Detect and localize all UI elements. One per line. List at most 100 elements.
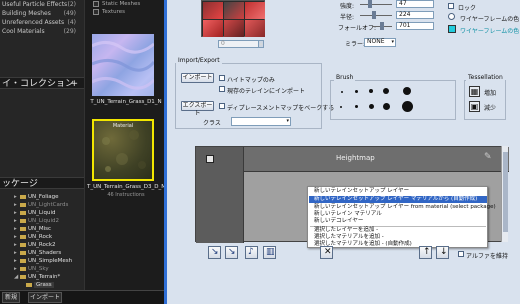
falloff-field[interactable]: 701 [396,22,434,30]
heightmap-header: Heightmap [336,154,375,162]
menu-item[interactable]: 新しいデコレイヤー [314,218,486,225]
section-title: イ・コレクション [2,79,75,89]
spin-icon[interactable]: ▴ [258,40,264,48]
brush-size-icon[interactable] [341,91,343,93]
tool-icon[interactable] [245,2,265,19]
tree-item[interactable]: ▸ UN_Shaders [14,250,61,258]
add-material-icon[interactable]: ↘ [225,246,238,259]
tree-item[interactable]: ▸ UN_SimpleMesh [14,258,72,266]
add-layer-icon[interactable]: ↘ [208,246,221,259]
tree-item[interactable]: ▸ UN_Foliage [14,194,59,202]
folder-icon [20,202,26,207]
delete-layer-icon[interactable]: ✕ [320,246,333,259]
tree-item[interactable]: ▸ UN_LightCards [14,202,68,210]
menu-item-label: 新しいテレインセットアップ レイヤー [314,188,410,194]
mirror-dropdown[interactable]: NONE ▾ [364,38,396,47]
brush-size-icon[interactable] [403,87,411,95]
tree-item[interactable]: ▸ UN_Sky [14,266,49,274]
chevron-down-icon: ▾ [286,118,289,124]
radius-slider-thumb[interactable] [372,11,376,19]
move-up-icon[interactable]: ↑ [419,246,432,259]
tree-item-label: UN_LightCards [28,202,69,208]
layer-visible-checkbox[interactable] [206,155,214,163]
collection-row[interactable]: Useful Particle Effects (2) [2,1,82,10]
radius-slider[interactable] [360,15,392,16]
radius-field[interactable]: 224 [396,11,434,19]
brush-size-icon[interactable] [383,88,389,94]
tree-item[interactable]: ▸ UN_Liquid2 [14,218,59,226]
bake-displacement-checkbox[interactable] [219,103,225,109]
import-existing-checkbox[interactable] [219,86,225,92]
import-button[interactable]: インポート [28,292,62,303]
new-button[interactable]: 新規 [2,292,20,303]
folder-icon [20,258,26,263]
folder-icon [20,274,26,279]
menu-item[interactable]: 選択したマテリアルを追加 - [314,234,486,241]
menu-item[interactable]: 新しいテレインセットアップ レイヤー [314,188,486,195]
strength-field[interactable]: 47 [396,0,434,8]
menu-item-label: 新しいテレインセットアップ レイヤー マテリアルから (自動作成) [314,196,478,202]
tool-icon[interactable] [224,20,244,37]
tree-item[interactable]: ▸ UN_Rock [14,234,52,242]
add-deco-icon[interactable]: ♪ [245,246,258,259]
menu-item-label: 新しいデコレイヤー [314,218,364,224]
tree-item[interactable]: ▸ UN_Rock2 [14,242,56,250]
add-icon[interactable]: + [70,78,78,90]
tessellation-increase-label: 増加 [484,90,497,97]
menu-item[interactable]: 選択したマテリアルを追加 - (自動作成) [314,241,486,248]
import-button[interactable]: インポート [181,73,214,83]
filter-checkbox[interactable] [93,1,99,7]
brush-size-icon[interactable] [355,105,358,108]
move-down-icon[interactable]: ↓ [436,246,449,259]
brush-size-icon[interactable] [340,106,342,108]
tool-icon[interactable] [203,20,223,37]
brush-size-icon[interactable] [383,103,390,110]
menu-item[interactable]: 選択したレイヤーを追加 - [314,227,486,234]
menu-item-highlighted[interactable]: 新しいテレインセットアップ レイヤー マテリアルから (自動作成) [309,196,487,203]
wireframe-color-swatch[interactable] [448,25,456,33]
tree-item[interactable]: ▸ UN_Liquid [14,210,55,218]
collection-row[interactable]: Building Meshes (49) [2,10,82,19]
table-scrollbar[interactable] [501,146,508,242]
tessellation-decrease-icon[interactable]: ▣ [469,101,480,112]
strength-value: 47 [399,0,407,7]
wireframe-color-radio[interactable] [448,13,455,20]
falloff-slider-thumb[interactable] [380,22,384,30]
heightmap-only-checkbox[interactable] [219,75,225,81]
filter-checkbox[interactable] [93,9,99,15]
material-thumbnail-selected[interactable]: Material [92,119,154,181]
tessellation-increase-icon[interactable]: ▦ [469,86,480,97]
brush-size-icon[interactable] [355,90,358,93]
my-collections-header[interactable]: イ・コレクション + [0,77,84,89]
class-dropdown[interactable]: ▾ [231,117,291,126]
collection-row[interactable]: Cool Materials (29) [2,28,82,37]
brush-size-icon[interactable] [402,101,413,112]
brush-size-icon[interactable] [369,104,374,109]
strength-slider-thumb[interactable] [368,0,372,8]
menu-item[interactable]: 新しいテレインセットアップ レイヤー from material (select… [314,204,496,211]
thumbnail-label: T_UN_Terrain_Grass_D1_N [90,99,162,105]
strength-label: 強度: [340,3,355,10]
normal-map-thumbnail[interactable] [91,34,156,96]
strength-slider[interactable] [360,4,392,5]
tool-icon[interactable] [224,2,244,19]
import-export-title: Import/Export [176,57,222,64]
tree-item[interactable]: ◢ UN_Terrain* [14,274,60,282]
collection-row[interactable]: Unreferenced Assets (4) [2,19,82,28]
keep-alpha-checkbox[interactable] [458,251,464,257]
import-existing-label: 現存のテレインにインポート [227,88,306,95]
export-button[interactable]: エクスポート [181,101,214,117]
menu-item[interactable]: 新しいテレイン マテリアル [314,211,486,218]
brush-size-icon[interactable] [369,89,373,93]
layer-options-icon[interactable]: ▥ [263,246,276,259]
tool-icon[interactable] [245,20,265,37]
tree-item[interactable]: ▸ UN_Misc [14,226,51,234]
mirror-value: NONE [367,38,385,45]
pencil-icon[interactable]: ✎ [484,152,492,162]
tree-item-selected[interactable]: Grass [26,282,54,290]
lock-checkbox[interactable] [448,3,454,9]
collection-label: Cool Materials [2,28,45,35]
scrollbar-thumb[interactable] [503,152,508,232]
content-browser-left-panel: Useful Particle Effects (2) Building Mesh… [0,0,84,304]
tool-icon[interactable] [203,2,223,19]
